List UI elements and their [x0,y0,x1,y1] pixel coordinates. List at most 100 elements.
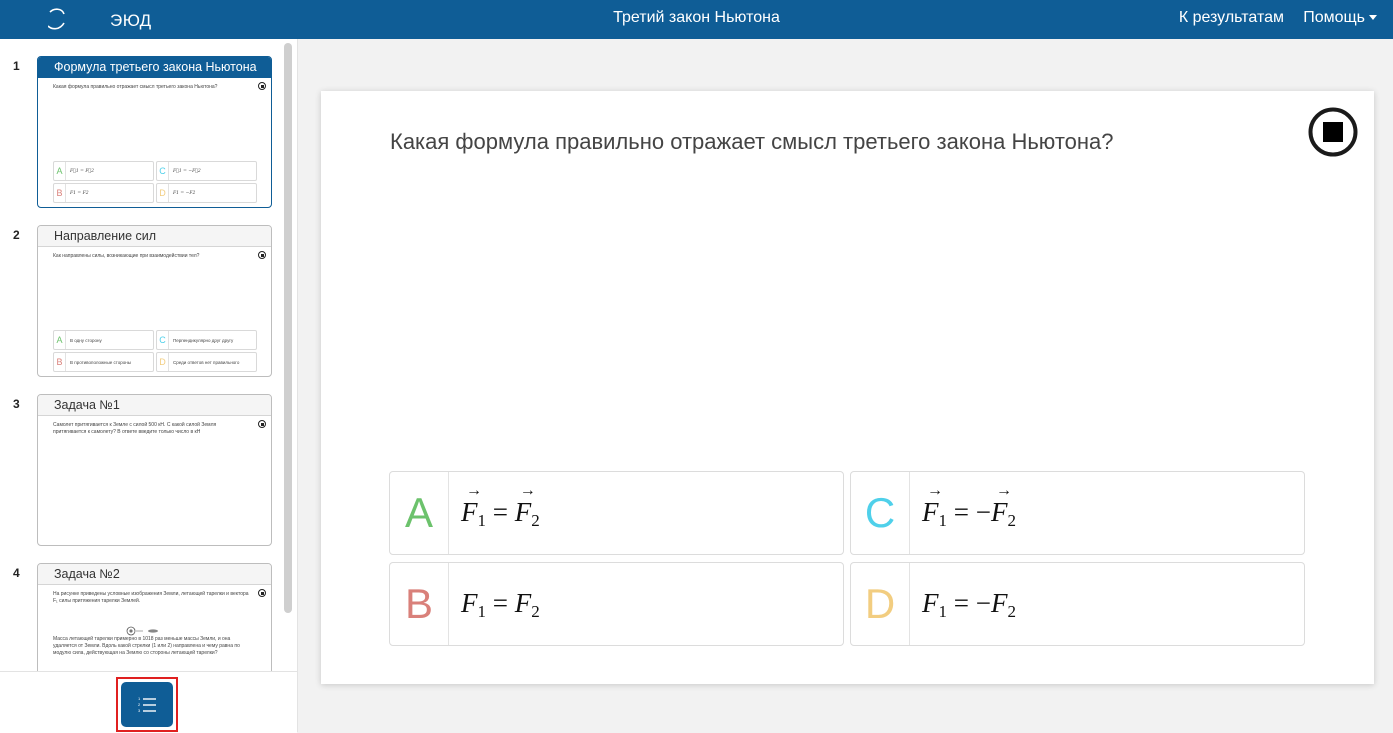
mini-option: C F⃗1 = −F⃗2 [156,161,257,181]
sidebar-footer: 1 2 3 [0,671,297,733]
mini-option: A В одну сторону [53,330,154,350]
slide-number: 1 [13,59,20,73]
option-letter: B [54,184,66,202]
option-letter: B [54,353,66,371]
option-letter: C [157,331,169,349]
option-letter: C [157,162,169,180]
formula-symbol: F [990,588,1008,618]
answer-option-d[interactable]: D F1 = −F2 [850,562,1305,646]
formula-sub: 1 [477,511,487,530]
formula-equals: = [953,588,969,618]
option-text: Перпендикулярно друг другу [173,337,234,343]
slide-question: Какая формула правильно отражает смысл т… [53,84,218,90]
slide-question-continued: Масса летающей тарелки примерно в 1018 р… [53,636,240,656]
help-menu-label: Помощь [1303,9,1365,26]
help-menu[interactable]: Помощь [1303,9,1377,27]
formula-sub: 2 [1007,511,1016,530]
slide-question: На рисунке приведены условные изображени… [53,591,249,604]
formula-minus: − [975,588,991,618]
logo-text: ЭЮД [110,11,152,30]
stop-icon [1308,107,1358,157]
option-letter: D [157,184,169,202]
formula-sub: 1 [477,602,487,621]
option-text: F1 = −F2 [173,190,196,196]
answer-option-c[interactable]: C F1 = −F2 [850,471,1305,555]
page-title: Третий закон Ньютона [613,9,780,26]
slide-options: A F⃗1 = F⃗2 C F⃗1 = −F⃗2 B F1 = F2 D F1 = −F… [53,161,257,203]
top-bar: ЭЮД Третий закон Ньютона К результатам П… [0,0,1393,39]
mini-option: B В противоположные стороны [53,352,154,372]
mini-option: D F1 = −F2 [156,183,257,203]
formula-symbol: F [922,588,939,618]
option-letter: B [390,563,449,645]
stop-button[interactable] [1308,107,1358,157]
option-formula: F1 = −F2 [922,482,1016,531]
formula-symbol: F [922,482,942,528]
slide-options: A В одну сторону C Перпендикулярно друг др… [53,330,257,372]
slides-sidebar: 1 Формула третьего закона Ньютона Какая … [0,39,298,733]
question-text: Какая формула правильно отражает смысл т… [390,129,1114,154]
mini-option: B F1 = F2 [53,183,154,203]
logo[interactable]: ЭЮД [48,8,151,30]
slide-thumbnail[interactable]: Задача №1 Самолет притягивается к Земле … [37,394,272,546]
formula-symbol: F [461,482,481,528]
slide-number: 4 [13,566,20,580]
slide-thumbnail[interactable]: Формула третьего закона Ньютона Какая фо… [37,56,272,208]
slide-question: Как направлены силы, возникающие при вза… [53,253,200,259]
slide-list[interactable]: 1 Формула третьего закона Ньютона Какая … [0,39,297,671]
formula-minus: − [975,497,991,527]
option-text: F1 = F2 [70,190,89,196]
formula-sub: 1 [938,602,948,621]
answer-option-a[interactable]: A F1 = F2 [389,471,844,555]
option-text: В одну сторону [70,337,102,343]
option-letter: A [54,331,66,349]
mini-option: A F⃗1 = F⃗2 [53,161,154,181]
slide-thumbnail[interactable]: Направление сил Как направлены силы, воз… [37,225,272,377]
scrollbar-thumb[interactable] [284,43,292,613]
slide-question: Самолет притягивается к Земле с силой 50… [53,422,217,435]
slide-title: Задача №1 [38,395,271,416]
option-formula: F1 = F2 [461,588,540,622]
slide-title: Задача №2 [38,564,271,585]
highlight-frame: 1 2 3 [116,677,178,732]
slide-list-toggle-button[interactable]: 1 2 3 [121,682,173,727]
caret-down-icon [1369,15,1377,21]
stop-icon [258,82,266,90]
option-letter: A [54,162,66,180]
answer-option-b[interactable]: B F1 = F2 [389,562,844,646]
stop-icon [258,589,266,597]
stop-icon [258,251,266,259]
formula-equals: = [492,588,508,618]
results-link[interactable]: К результатам [1179,9,1284,27]
formula-symbol: F [515,482,535,528]
sidebar-scrollbar[interactable] [284,43,292,669]
formula-symbol: F [461,588,478,618]
svg-text:3: 3 [138,708,141,713]
option-letter: C [851,472,910,554]
option-text: Среди ответов нет правильного [173,359,240,365]
formula-equals: = [492,497,508,527]
mini-option: D Среди ответов нет правильного [156,352,257,372]
option-letter: D [851,563,910,645]
slide-number: 2 [13,228,20,242]
formula-equals: = [953,497,969,527]
svg-text:1: 1 [138,696,141,701]
option-letter: D [157,353,169,371]
option-formula: F1 = −F2 [922,588,1016,622]
option-formula: F1 = F2 [461,482,540,531]
formula-sub: 2 [1007,602,1016,621]
slide-title: Формула третьего закона Ньютона [38,57,271,78]
formula-sub: 1 [938,511,948,530]
svg-text:2: 2 [138,702,141,707]
earth-saucer-illustration-icon [126,626,158,636]
formula-sub: 2 [531,511,540,530]
option-letter: A [390,472,449,554]
formula-symbol: F [991,482,1011,528]
logo-arc-icon [48,8,65,30]
slide-number: 3 [13,397,20,411]
numbered-list-icon: 1 2 3 [138,696,156,713]
slide-thumbnail[interactable]: Задача №2 На рисунке приведены условные … [37,563,272,671]
formula-sub: 2 [531,602,540,621]
option-text: F⃗1 = −F⃗2 [173,168,201,174]
option-text: В противоположные стороны [70,359,131,365]
